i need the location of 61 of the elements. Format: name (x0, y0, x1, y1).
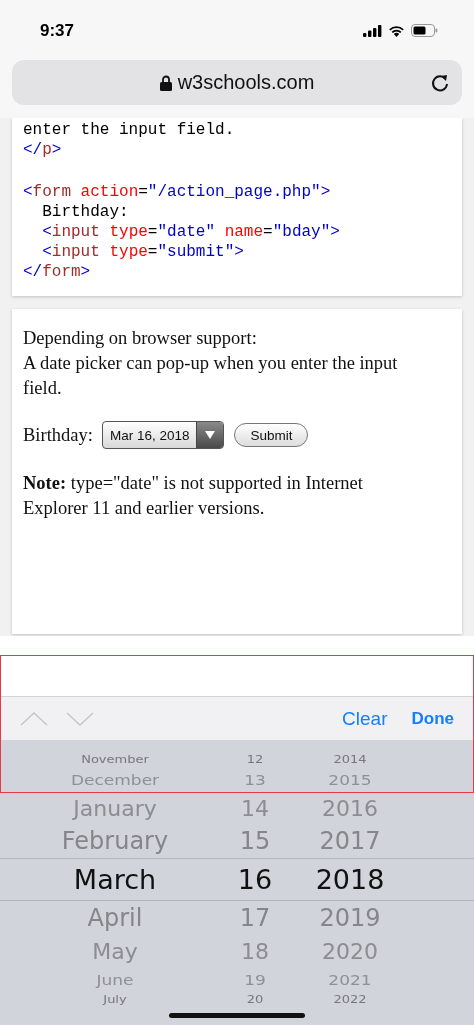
year-option[interactable]: 2018 (295, 864, 405, 895)
picker-row[interactable]: November 12 2014 (0, 752, 474, 767)
picker-row[interactable]: April 17 2019 (0, 901, 474, 935)
year-option[interactable]: 2021 (295, 971, 405, 988)
code-line: </form> (23, 262, 92, 282)
day-option[interactable]: 20 (215, 993, 295, 1006)
year-option[interactable]: 2016 (295, 795, 405, 821)
day-option[interactable]: 17 (215, 904, 295, 932)
done-button[interactable]: Done (411, 708, 454, 729)
month-option[interactable]: June (15, 971, 215, 988)
signal-icon (363, 24, 382, 37)
year-option[interactable]: 2022 (295, 993, 405, 1006)
code-line: Birthday: (41, 202, 130, 222)
code-line: <input type="date" name="bday"> (41, 222, 341, 242)
code-line: enter the input field. (23, 120, 236, 140)
selected-picker-row[interactable]: March 16 2018 (0, 858, 474, 901)
note-text: Note: type="date" is not supported in Internet Explorer 11 and earlier versions. (23, 472, 364, 520)
day-option[interactable]: 15 (215, 827, 295, 855)
month-option[interactable]: January (15, 795, 215, 821)
month-option[interactable]: March (15, 864, 215, 895)
field-label: Birthday: (23, 423, 93, 447)
year-option[interactable]: 2019 (295, 904, 405, 932)
month-option[interactable]: May (15, 938, 215, 964)
month-option[interactable]: July (15, 993, 215, 1006)
year-option[interactable]: 2014 (295, 753, 405, 766)
month-option[interactable]: April (15, 904, 215, 932)
picker-row[interactable]: July 20 2022 (0, 992, 474, 1007)
month-option[interactable]: December (15, 771, 215, 788)
month-option[interactable]: November (15, 753, 215, 766)
intro-text: Depending on browser support: (23, 327, 258, 350)
lock-icon (159, 74, 172, 91)
month-option[interactable]: February (15, 827, 215, 855)
day-option[interactable]: 18 (215, 938, 295, 964)
intro-text: A date picker can pop-up when you enter the input field. (23, 352, 399, 400)
submit-button[interactable]: Submit (234, 423, 309, 447)
clear-button[interactable]: Clear (342, 707, 388, 730)
year-option[interactable]: 2015 (295, 771, 405, 788)
clock-time: 9:37 (40, 20, 75, 41)
dropdown-arrow-icon (205, 431, 216, 439)
code-line: <input type="submit"> (41, 242, 245, 262)
year-option[interactable]: 2017 (295, 827, 405, 855)
code-line: <form action="/action_page.php"> (23, 182, 332, 202)
day-option[interactable]: 19 (215, 971, 295, 988)
chevron-up-icon[interactable] (20, 711, 48, 726)
picker-row[interactable]: December 13 2015 (0, 767, 474, 792)
picker-row[interactable]: February 15 2017 (0, 824, 474, 858)
year-option[interactable]: 2020 (295, 938, 405, 964)
battery-icon (411, 24, 438, 37)
day-option[interactable]: 14 (215, 795, 295, 821)
reload-icon[interactable] (430, 73, 450, 93)
picker-row[interactable]: June 19 2021 (0, 967, 474, 992)
address-bar[interactable]: w3schools.com (12, 60, 462, 105)
chevron-down-icon[interactable] (66, 711, 94, 726)
code-line: </p> (23, 140, 63, 160)
day-option[interactable]: 13 (215, 771, 295, 788)
date-field[interactable]: Mar 16, 2018 (101, 421, 225, 449)
picker-row[interactable]: January 14 2016 (0, 792, 474, 824)
picker-row[interactable]: May 18 2020 (0, 935, 474, 967)
wifi-icon (388, 24, 405, 37)
day-option[interactable]: 12 (215, 753, 295, 766)
day-option[interactable]: 16 (215, 864, 295, 895)
